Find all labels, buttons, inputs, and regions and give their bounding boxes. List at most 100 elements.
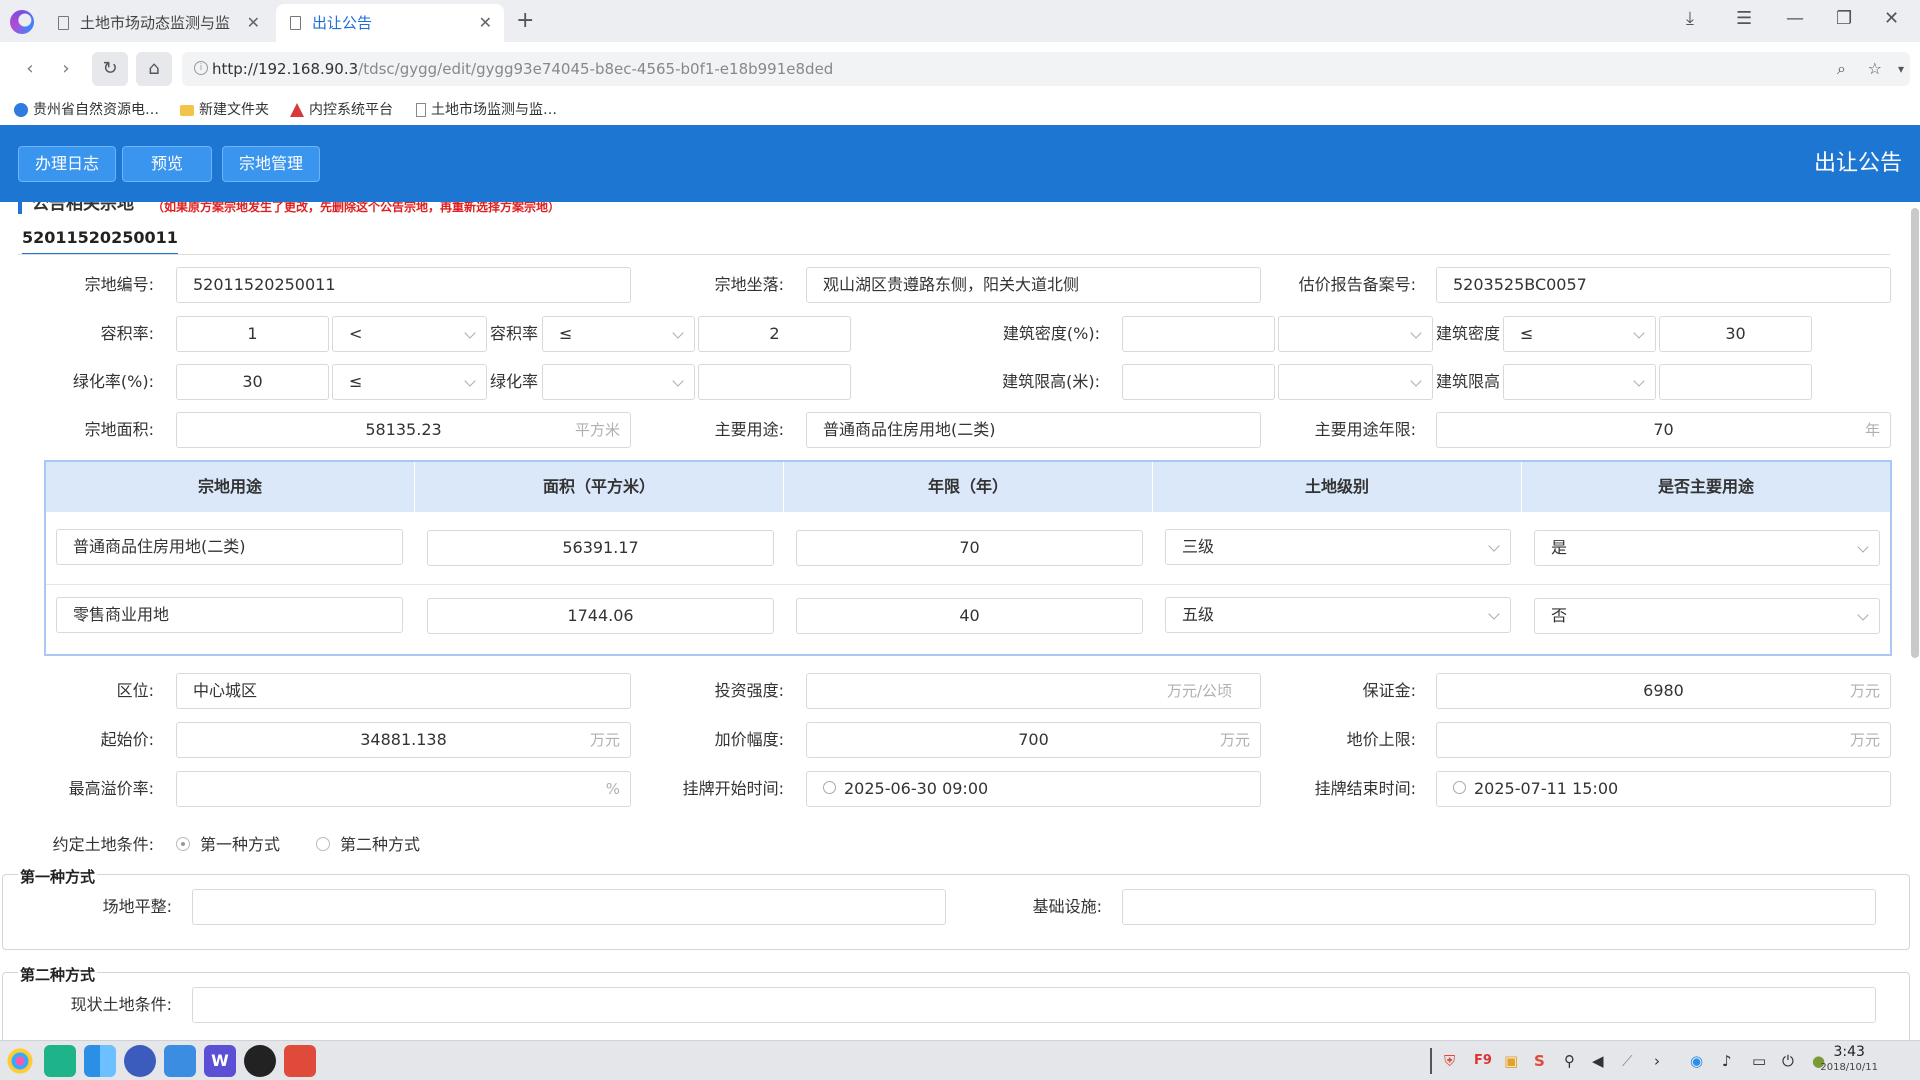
process-log-button[interactable]: 办理日志 [18, 146, 117, 182]
height-min-input[interactable] [1122, 364, 1275, 400]
scrollbar-thumb[interactable] [1911, 208, 1919, 658]
premium-input[interactable]: % [176, 771, 631, 807]
far-max-input[interactable]: 2 [698, 316, 851, 352]
settings-gear-icon[interactable] [124, 1045, 156, 1077]
far-operator-select[interactable]: < [332, 316, 487, 352]
zoom-icon[interactable]: ⌕ [1837, 52, 1846, 86]
chevron-right-icon[interactable]: › [1654, 1041, 1660, 1080]
close-icon[interactable]: ✕ [479, 4, 492, 42]
row2-main-select[interactable]: 否 [1534, 598, 1880, 634]
height-max-input[interactable] [1659, 364, 1812, 400]
app-store-icon[interactable] [84, 1045, 116, 1077]
forward-icon[interactable]: › [48, 52, 84, 86]
appraisal-input[interactable]: 5203525BC0057 [1436, 267, 1891, 303]
density-operator-select[interactable] [1278, 316, 1433, 352]
density-max-input[interactable]: 30 [1659, 316, 1812, 352]
bookmark-star-icon[interactable]: ☆ [1868, 52, 1882, 86]
density-min-input[interactable] [1122, 316, 1275, 352]
window-close-icon[interactable]: ✕ [1884, 8, 1899, 29]
volume-icon[interactable]: ◀ [1592, 1041, 1604, 1080]
row2-use-input[interactable]: 零售商业用地 [56, 597, 403, 633]
bookmark-item[interactable]: 贵州省自然资源电… [14, 96, 159, 124]
close-icon[interactable]: ✕ [247, 4, 260, 42]
condition-radio-1[interactable]: 第一种方式 [176, 827, 280, 863]
height-operator2-select[interactable] [1503, 364, 1656, 400]
area-input[interactable]: 58135.23 平方米 [176, 412, 631, 448]
row1-main-select[interactable]: 是 [1534, 530, 1880, 566]
clock-date: 2018/10/11 [1820, 1062, 1878, 1073]
parcel-management-button[interactable]: 宗地管理 [222, 146, 321, 182]
row1-area-input[interactable]: 56391.17 [427, 530, 774, 566]
bookmark-item[interactable]: 土地市场监测与监… [416, 96, 557, 124]
minimize-icon[interactable]: — [1786, 8, 1804, 29]
launcher-icon[interactable] [4, 1045, 36, 1077]
chevron-down-icon [1857, 609, 1869, 621]
invest-input[interactable]: 万元/公顷 [806, 673, 1261, 709]
cloud-app-icon[interactable]: ▣ [1504, 1041, 1518, 1080]
row1-grade-select[interactable]: 三级 [1165, 529, 1511, 565]
browser-tab-announcement[interactable]: 出让公告 ✕ [276, 4, 504, 42]
new-tab-button[interactable]: + [516, 4, 534, 38]
menu-icon[interactable]: ☰ [1736, 8, 1752, 29]
f9-app-icon[interactable]: F9 [1474, 1041, 1492, 1080]
bookmark-item[interactable]: 新建文件夹 [180, 96, 269, 124]
input-method-icon[interactable]: S [1534, 1041, 1545, 1080]
row2-years-input[interactable]: 40 [796, 598, 1143, 634]
site-info-icon[interactable]: i [194, 61, 208, 75]
browser-taskbar-icon[interactable] [244, 1045, 276, 1077]
bell-icon[interactable]: ♪ [1722, 1041, 1732, 1080]
download-icon[interactable]: ⤓ [1686, 8, 1694, 29]
tab-parcel[interactable]: 52011520250011 [22, 228, 178, 255]
calendar-icon[interactable] [164, 1045, 196, 1077]
start-price-input[interactable]: 34881.138 万元 [176, 722, 631, 758]
file-manager-icon[interactable] [44, 1045, 76, 1077]
section-title: 公告相关宗地 [18, 202, 134, 214]
bookmark-item[interactable]: 内控系统平台 [290, 96, 393, 124]
cap-input[interactable]: 万元 [1436, 722, 1891, 758]
list-end-input[interactable]: 2025-07-11 15:00 [1436, 771, 1891, 807]
preview-button[interactable]: 预览 [122, 146, 213, 182]
location-label: 宗地坐落: [714, 275, 784, 294]
site-input[interactable] [192, 889, 946, 925]
green-operator-select[interactable]: ≤ [332, 364, 487, 400]
system-clock[interactable]: 3:43 2018/10/11 [1820, 1044, 1878, 1076]
height-operator-select[interactable] [1278, 364, 1433, 400]
zone-input[interactable]: 中心城区 [176, 673, 631, 709]
reload-icon[interactable]: ↻ [92, 52, 128, 86]
status-input[interactable] [192, 987, 1876, 1023]
deposit-input[interactable]: 6980 万元 [1436, 673, 1891, 709]
browser-tab-land-monitor[interactable]: 土地市场动态监测与监管 ✕ [44, 4, 272, 42]
green-operator2-select[interactable] [542, 364, 695, 400]
infra-input[interactable] [1122, 889, 1876, 925]
usb-icon[interactable]: ⚲ [1564, 1041, 1575, 1080]
green-min-input[interactable]: 30 [176, 364, 329, 400]
row2-grade-select[interactable]: 五级 [1165, 597, 1511, 633]
location-input[interactable]: 观山湖区贵遵路东侧，阳关大道北侧 [806, 267, 1261, 303]
far-operator2-select[interactable]: ≤ [542, 316, 695, 352]
keyboard-icon[interactable]: ▭ [1752, 1041, 1766, 1080]
chevron-down-icon[interactable]: ▾ [1898, 52, 1904, 86]
row1-years-input[interactable]: 70 [796, 530, 1143, 566]
row2-area-input[interactable]: 1744.06 [427, 598, 774, 634]
back-icon[interactable]: ‹ [12, 52, 48, 86]
shield-icon[interactable]: ⛨ [1444, 1041, 1455, 1080]
url-field[interactable]: i http://192.168.90.3/tdsc/gygg/edit/gyg… [182, 52, 1910, 86]
row1-use-input[interactable]: 普通商品住房用地(二类) [56, 529, 403, 565]
globe-icon[interactable]: ◉ [1690, 1041, 1703, 1080]
editor-w-icon[interactable]: W [204, 1045, 236, 1077]
list-start-input[interactable]: 2025-06-30 09:00 [806, 771, 1261, 807]
condition-radio-2[interactable]: 第二种方式 [316, 827, 420, 863]
home-icon[interactable]: ⌂ [136, 52, 172, 86]
main-use-input[interactable]: 普通商品住房用地(二类) [806, 412, 1261, 448]
increment-input[interactable]: 700 万元 [806, 722, 1261, 758]
far-min-input[interactable]: 1 [176, 316, 329, 352]
red-app-icon[interactable] [284, 1045, 316, 1077]
green-max-input[interactable] [698, 364, 851, 400]
density-operator2-select[interactable]: ≤ [1503, 316, 1656, 352]
height-label: 建筑限高(米): [1002, 372, 1100, 391]
parcel-no-input[interactable]: 52011520250011 [176, 267, 631, 303]
restore-icon[interactable]: ❐ [1836, 8, 1852, 29]
network-icon[interactable]: ⟋ [1622, 1041, 1633, 1080]
main-use-years-input[interactable]: 70 年 [1436, 412, 1891, 448]
power-icon[interactable]: ⏻ [1782, 1041, 1794, 1080]
